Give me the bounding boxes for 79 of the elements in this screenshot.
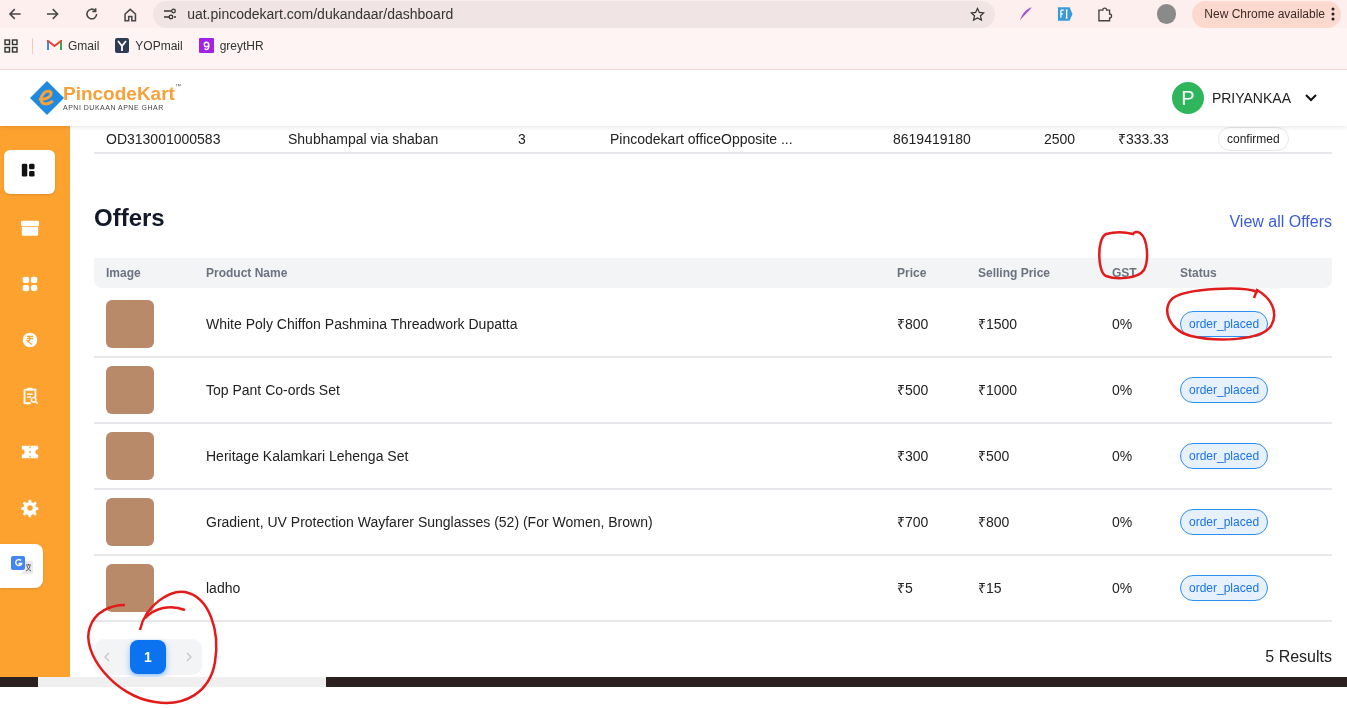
column-header: Price — [897, 265, 928, 282]
translate-button[interactable] — [0, 544, 43, 588]
column-header: GST — [1112, 265, 1138, 282]
selling-price-cell-text: ₹500 — [978, 446, 1011, 466]
box-icon — [19, 218, 40, 238]
status-badge: order_placed — [1180, 575, 1269, 601]
reload-icon[interactable] — [85, 7, 99, 21]
selling-price-cell-text: ₹15 — [978, 578, 1003, 598]
puzzle-icon[interactable] — [1097, 6, 1113, 22]
product-name: White Poly Chiffon Pashmina Threadwork Dupatta — [206, 314, 519, 334]
photo-placeholder — [106, 366, 154, 414]
view-all-offers-link[interactable]: View all Offers — [1229, 210, 1332, 234]
y-letter-icon — [115, 38, 130, 53]
home-icon[interactable] — [122, 6, 138, 22]
logo-mark-icon — [29, 80, 65, 116]
extension-badge-icon[interactable] — [1057, 6, 1074, 22]
more-icon[interactable] — [1331, 7, 1336, 21]
photo-placeholder — [106, 498, 154, 546]
address-bar[interactable]: uat.pincodekart.com/dukandaar/dashboard — [153, 0, 996, 28]
order-cell-text: 3 — [518, 129, 527, 149]
url-text: uat.pincodekart.com/dukandaar/dashboard — [187, 4, 455, 24]
profile-avatar[interactable] — [1156, 4, 1177, 24]
feather-icon[interactable] — [1019, 6, 1033, 22]
user-avatar: P — [1171, 82, 1204, 114]
selling-price-cell-text: ₹1500 — [978, 314, 1019, 334]
column-header: Image — [106, 265, 142, 282]
product-name: Top Pant Co-ords Set — [206, 380, 341, 400]
order-cell-text: 2500 — [1044, 129, 1077, 149]
update-chip[interactable]: New Chrome available — [1192, 0, 1342, 28]
settings-icon — [19, 498, 40, 518]
photo-placeholder — [106, 432, 154, 480]
order-cell-text: Pincodekart officeOpposite ... — [610, 129, 794, 149]
column-header: Selling Price — [978, 265, 1052, 282]
site-settings-icon[interactable] — [163, 8, 178, 20]
product-name: Gradient, UV Protection Wayfarer Sunglasses (52) (For Women, Brown) — [206, 512, 654, 532]
bookmark-star-icon[interactable] — [970, 6, 986, 22]
price-cell-text: ₹300 — [897, 446, 930, 466]
logo-text: PincodeKart — [63, 84, 175, 104]
status-badge: order_placed — [1180, 311, 1269, 337]
gst-cell-text: 0% — [1112, 578, 1134, 598]
order-cell-text: ₹333.33 — [1118, 129, 1170, 149]
price-cell-text: ₹5 — [897, 578, 914, 598]
price-cell-text: ₹500 — [897, 380, 930, 400]
gst-cell-text: 0% — [1112, 446, 1134, 466]
user-name: PRIYANKAA — [1211, 88, 1291, 108]
gst-cell-text: 0% — [1112, 314, 1134, 334]
status-badge: order_placed — [1180, 509, 1269, 535]
update-label: New Chrome available — [1204, 6, 1326, 23]
gst-cell-text: 0% — [1112, 380, 1134, 400]
column-header: Status — [1180, 265, 1218, 282]
price-cell-text: ₹700 — [897, 512, 930, 532]
mail-icon — [47, 40, 62, 51]
product-name: ladho — [206, 578, 242, 598]
sidebar-item[interactable] — [4, 150, 55, 194]
selling-price-cell-text: ₹1000 — [978, 380, 1019, 400]
order-cell-text: OD313001000583 — [106, 129, 222, 149]
photo-placeholder — [106, 564, 154, 612]
chevron-down-icon — [1305, 94, 1317, 102]
bookmark-link[interactable]: YOPmail — [115, 36, 183, 55]
order-cell-text: Shubhampal via shaban — [288, 129, 440, 149]
order-cell-text: 8619419180 — [893, 129, 972, 149]
page-button[interactable]: 1 — [130, 640, 166, 674]
back-icon[interactable] — [8, 7, 22, 21]
status-badge: order_placed — [1180, 377, 1269, 403]
price-cell-text: ₹800 — [897, 314, 930, 334]
user-menu[interactable]: P PRIYANKAA — [1171, 82, 1317, 114]
offers-title: Offers — [94, 203, 165, 233]
gst-cell-text: 0% — [1112, 512, 1134, 532]
status-badge: order_placed — [1180, 443, 1269, 469]
forward-icon[interactable] — [45, 7, 60, 21]
apps-grid-icon[interactable] — [4, 38, 18, 53]
column-header: Product Name — [206, 265, 289, 282]
selling-price-cell-text: ₹800 — [978, 512, 1011, 532]
bookmark-link[interactable]: Gmail — [47, 36, 100, 55]
photo-placeholder — [106, 300, 154, 348]
translate-icon — [10, 556, 33, 576]
product-name: Heritage Kalamkari Lehenga Set — [206, 446, 410, 466]
results-count: 5 Results — [1265, 647, 1332, 667]
bookmark-link[interactable]: greytHR — [198, 36, 264, 55]
